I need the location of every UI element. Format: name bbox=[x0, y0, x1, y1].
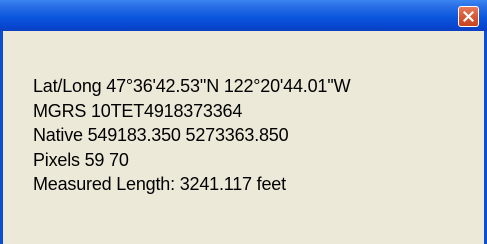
pixels-text: Pixels 59 70 bbox=[33, 150, 129, 170]
info-panel: Lat/Long 47°36'42.53''N 122°20'44.01''W … bbox=[3, 31, 484, 244]
measured-length-text: Measured Length: 3241.117 feet bbox=[33, 174, 286, 194]
lat-long-text: Lat/Long 47°36'42.53''N 122°20'44.01''W bbox=[33, 76, 351, 96]
native-coordinates-text: Native 549183.350 5273363.850 bbox=[33, 125, 289, 145]
close-button[interactable] bbox=[458, 6, 479, 27]
title-bar[interactable] bbox=[0, 0, 487, 31]
mgrs-text: MGRS 10TET4918373364 bbox=[33, 101, 243, 121]
info-window: Lat/Long 47°36'42.53''N 122°20'44.01''W … bbox=[0, 0, 487, 244]
